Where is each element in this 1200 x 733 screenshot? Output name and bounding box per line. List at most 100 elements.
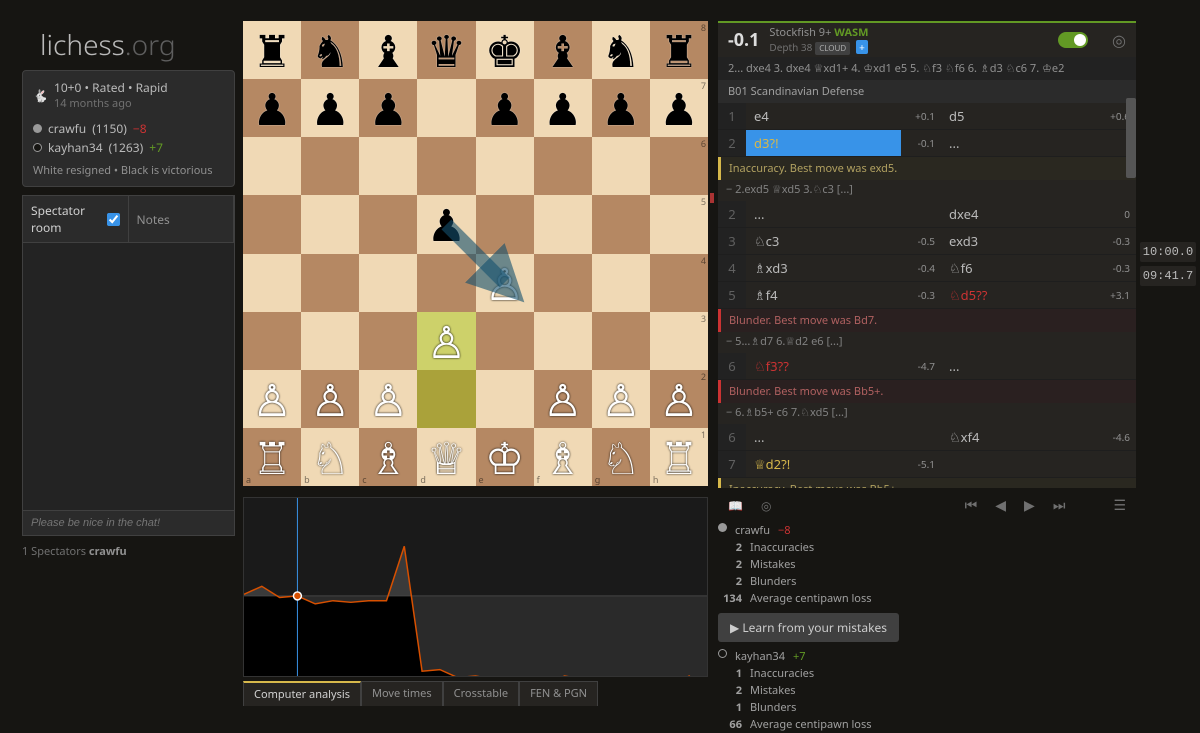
square-h2[interactable]: ♙2 [650,370,708,428]
chat-messages[interactable] [22,243,235,511]
piece[interactable]: ♙ [485,261,524,305]
analysis-tab-crosstable[interactable]: Crosstable [443,681,519,706]
square-e7[interactable]: ♟ [476,79,534,137]
variation[interactable]: − 5...♗d7 6.♕d2 e6 [...] [718,332,1136,353]
square-b1[interactable]: ♘b [301,428,359,486]
piece[interactable]: ♛ [427,28,466,72]
piece[interactable]: ♙ [369,377,408,421]
learn-from-mistakes-button[interactable]: ▶ Learn from your mistakes [718,613,899,642]
piece[interactable]: ♘ [310,435,349,479]
square-d1[interactable]: ♕d [417,428,475,486]
add-line-button[interactable]: + [856,40,868,54]
square-g4[interactable] [592,254,650,312]
move[interactable]: exd3 [941,228,1096,254]
square-a5[interactable] [243,195,301,253]
square-g5[interactable] [592,195,650,253]
square-g7[interactable]: ♟ [592,79,650,137]
square-e8[interactable]: ♚ [476,21,534,79]
square-h8[interactable]: ♜8 [650,21,708,79]
square-d2[interactable] [417,370,475,428]
square-g1[interactable]: ♘g [592,428,650,486]
square-c8[interactable]: ♝ [359,21,417,79]
move[interactable]: d3?! [746,130,901,156]
summary-player[interactable]: crawfu [735,523,770,538]
square-d7[interactable] [417,79,475,137]
square-a8[interactable]: ♜ [243,21,301,79]
piece[interactable]: ♟ [485,86,524,130]
square-g3[interactable] [592,312,650,370]
player-black[interactable]: kayhan34 (1263) +7 [33,138,224,157]
site-logo[interactable]: lichess.org [40,26,176,64]
nav-last-button[interactable]: ⏭ [1053,496,1066,515]
square-f6[interactable] [534,137,592,195]
piece[interactable]: ♔ [485,435,524,479]
piece[interactable]: ♝ [369,28,408,72]
square-c3[interactable] [359,312,417,370]
square-d4[interactable] [417,254,475,312]
move[interactable]: ♕d2?! [746,451,901,477]
square-a3[interactable] [243,312,301,370]
piece[interactable]: ♟ [427,202,466,246]
moves-scrollbar[interactable] [1126,98,1136,178]
piece[interactable]: ♙ [310,377,349,421]
piece[interactable]: ♜ [252,28,291,72]
gauge-icon[interactable]: ◎ [1112,29,1126,51]
square-b8[interactable]: ♞ [301,21,359,79]
chess-board[interactable]: ♜♞♝♛♚♝♞♜8♟♟♟♟♟♟♟76♟5♙4♙3♙♙♙♙♙♙2♖a♘b♗c♕d♔… [243,21,708,486]
piece[interactable]: ♖ [659,435,698,479]
square-f2[interactable]: ♙ [534,370,592,428]
square-c1[interactable]: ♗c [359,428,417,486]
move[interactable]: ♗xd3 [746,255,901,281]
move[interactable]: ♘f3?? [746,353,901,379]
analysis-tab-fen-pgn[interactable]: FEN & PGN [519,681,598,706]
square-b6[interactable] [301,137,359,195]
square-e1[interactable]: ♔e [476,428,534,486]
summary-player[interactable]: kayhan34 [735,649,785,664]
piece[interactable]: ♘ [601,435,640,479]
square-f5[interactable] [534,195,592,253]
move[interactable]: ♘c3 [746,228,901,254]
square-g2[interactable]: ♙ [592,370,650,428]
move[interactable]: ♗f4 [746,282,901,308]
analysis-tab-computer-analysis[interactable]: Computer analysis [243,681,361,706]
variation[interactable]: − 6.♗b5+ c6 7.♘xd5 [...] [718,403,1136,424]
square-h5[interactable]: 5 [650,195,708,253]
piece[interactable]: ♗ [543,435,582,479]
move[interactable]: e4 [746,103,901,129]
piece[interactable]: ♟ [369,86,408,130]
square-f7[interactable]: ♟ [534,79,592,137]
square-f4[interactable] [534,254,592,312]
variation[interactable]: − 2.exd5 ♕xd5 3.♘c3 [...] [718,180,1136,201]
piece[interactable]: ♖ [252,435,291,479]
hamburger-icon[interactable]: ☰ [1113,496,1126,515]
square-e4[interactable]: ♙ [476,254,534,312]
square-c7[interactable]: ♟ [359,79,417,137]
piece[interactable]: ♙ [543,377,582,421]
square-a1[interactable]: ♖a [243,428,301,486]
move-list[interactable]: B01 Scandinavian Defense 1e4+0.1d5+0.62d… [718,80,1136,488]
square-d6[interactable] [417,137,475,195]
square-d5[interactable]: ♟ [417,195,475,253]
move[interactable]: ... [746,201,901,227]
square-c2[interactable]: ♙ [359,370,417,428]
square-h6[interactable]: 6 [650,137,708,195]
nav-prev-button[interactable]: ◀ [995,496,1006,515]
move[interactable] [941,460,1096,468]
piece[interactable]: ♟ [310,86,349,130]
square-f3[interactable] [534,312,592,370]
piece[interactable]: ♙ [427,319,466,363]
move[interactable]: ... [746,424,901,450]
square-h1[interactable]: ♖1h [650,428,708,486]
chat-toggle-checkbox[interactable] [107,213,120,226]
advantage-chart[interactable] [243,497,708,677]
square-b4[interactable] [301,254,359,312]
square-a2[interactable]: ♙ [243,370,301,428]
piece[interactable]: ♙ [601,377,640,421]
piece[interactable]: ♟ [543,86,582,130]
move[interactable]: d5 [941,103,1096,129]
move[interactable]: ... [941,130,1096,156]
move[interactable]: ♘f6 [941,255,1096,281]
square-g8[interactable]: ♞ [592,21,650,79]
square-a7[interactable]: ♟ [243,79,301,137]
square-a4[interactable] [243,254,301,312]
